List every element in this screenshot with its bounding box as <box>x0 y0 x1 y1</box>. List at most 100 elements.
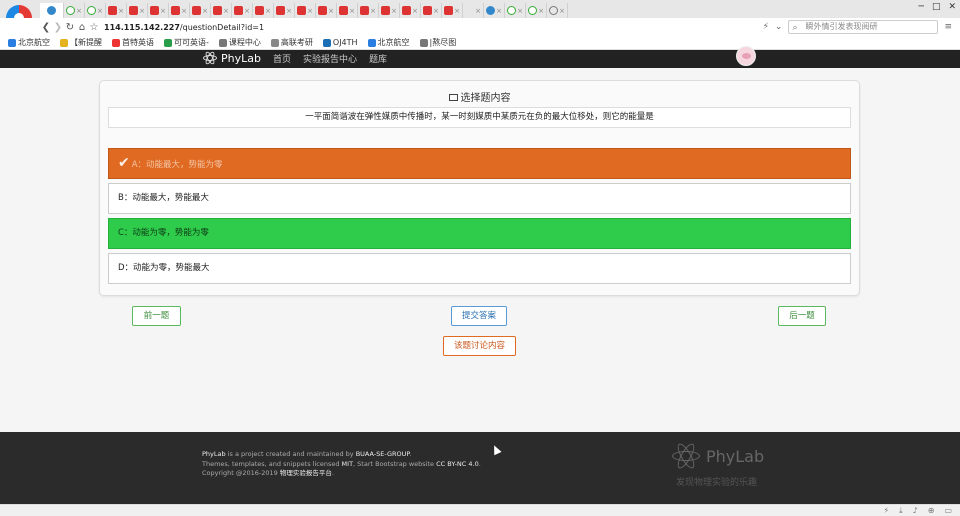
browser-tab[interactable]: × <box>85 3 106 18</box>
tab-close-icon[interactable]: × <box>517 7 523 15</box>
tab-close-icon[interactable]: × <box>370 7 376 15</box>
footer-site-link[interactable]: 物理实验报告平台 <box>280 469 332 477</box>
browser-tab[interactable]: × <box>127 3 148 18</box>
browser-tab[interactable]: × <box>358 3 379 18</box>
browser-tab[interactable]: × <box>211 3 232 18</box>
nav-link[interactable]: 首页 <box>273 52 291 65</box>
nav-link[interactable]: 题库 <box>369 52 387 65</box>
tab-close-icon[interactable]: × <box>454 7 460 15</box>
tab-close-icon[interactable]: × <box>76 7 82 15</box>
tab-close-icon[interactable]: × <box>475 7 481 15</box>
close-window-icon[interactable]: ✕ <box>948 2 956 12</box>
browser-tab[interactable]: × <box>148 3 169 18</box>
tab-close-icon[interactable]: × <box>349 7 355 15</box>
reload-icon[interactable]: ↻ <box>64 22 76 33</box>
browser-tab[interactable]: × <box>253 3 274 18</box>
tab-favicon-icon <box>381 6 391 15</box>
star-icon[interactable]: ☆ <box>88 22 100 33</box>
footer-text: PhyLab is a project created and maintain… <box>202 450 481 479</box>
search-input[interactable]: ⌕ 瞬外情引发表现阅研 <box>788 20 939 34</box>
tab-close-icon[interactable]: × <box>559 7 565 15</box>
browser-tab[interactable]: × <box>232 3 253 18</box>
footer-group-link[interactable]: BUAA-SE-GROUP <box>356 450 410 458</box>
tab-close-icon[interactable]: × <box>118 7 124 15</box>
footer-line2-start: Themes, templates, and snippets licensed <box>202 459 342 468</box>
address-bar[interactable]: 114.115.142.227/questionDetail?id=1 <box>104 23 264 32</box>
browser-tab[interactable]: × <box>526 3 547 18</box>
prev-question-button[interactable]: 前一题 <box>132 306 181 326</box>
browser-tab[interactable]: × <box>169 3 190 18</box>
tab-close-icon[interactable]: × <box>97 7 103 15</box>
tab-close-icon[interactable]: × <box>265 7 271 15</box>
discussion-button[interactable]: 该题讨论内容 <box>443 336 516 356</box>
maximize-icon[interactable]: □ <box>932 2 941 12</box>
tab-favicon-icon <box>171 6 181 15</box>
browser-tab[interactable]: × <box>484 3 505 18</box>
tab-close-icon[interactable]: × <box>307 7 313 15</box>
browser-tab[interactable]: × <box>337 3 358 18</box>
browser-tab[interactable]: × <box>421 3 442 18</box>
home-icon[interactable]: ⌂ <box>76 22 88 33</box>
browser-tab[interactable]: × <box>106 3 127 18</box>
bookmark-item[interactable]: 北京航空 <box>8 37 50 48</box>
tab-close-icon[interactable]: × <box>328 7 334 15</box>
tab-close-icon[interactable]: × <box>139 7 145 15</box>
tab-favicon-icon <box>108 6 118 15</box>
bookmark-item[interactable]: 北京航空 <box>367 37 410 48</box>
footer-cc-link[interactable]: CC BY-NC 4.0 <box>436 460 479 468</box>
tab-close-icon[interactable]: × <box>496 7 502 15</box>
option-c[interactable]: C：动能为零，势能为零 <box>108 218 851 249</box>
download-icon[interactable]: ⤓ <box>899 506 903 516</box>
submit-answer-button[interactable]: 提交答案 <box>451 306 507 326</box>
minimize-icon[interactable]: ─ <box>919 2 924 12</box>
option-b[interactable]: B：动能最大，势能最大 <box>108 183 851 214</box>
tab-favicon-icon <box>423 6 433 15</box>
bookmark-item[interactable]: 课程中心 <box>218 37 261 48</box>
sound-icon[interactable]: ♪ <box>913 506 918 516</box>
browser-tab[interactable]: × <box>547 3 568 18</box>
option-d[interactable]: D：动能为零，势能最大 <box>108 253 851 284</box>
tab-close-icon[interactable]: × <box>223 7 229 15</box>
avatar[interactable] <box>736 46 756 66</box>
bookmark-item[interactable]: 高联考研 <box>270 37 313 48</box>
browser-tab[interactable]: × <box>463 3 484 18</box>
browser-tab[interactable]: × <box>64 3 85 18</box>
tab-close-icon[interactable]: × <box>538 7 544 15</box>
footer-mit-link[interactable]: MIT <box>342 460 354 468</box>
navbar-brand[interactable]: PhyLab <box>203 50 261 66</box>
tab-close-icon[interactable]: × <box>412 7 418 15</box>
browser-tab[interactable]: × <box>190 3 211 18</box>
forward-icon[interactable]: ❯ <box>52 22 64 33</box>
tab-close-icon[interactable]: × <box>160 7 166 15</box>
tab-close-icon[interactable]: × <box>181 7 187 15</box>
browser-tab[interactable]: × <box>274 3 295 18</box>
zoom-icon[interactable]: ⊕ <box>928 506 935 516</box>
bookmark-item[interactable]: 首特英语 <box>112 37 154 48</box>
nav-link[interactable]: 实验报告中心 <box>303 52 357 65</box>
browser-tab[interactable]: × <box>400 3 421 18</box>
back-icon[interactable]: ❮ <box>40 22 52 33</box>
browser-tab[interactable]: × <box>379 3 400 18</box>
tab-close-icon[interactable]: × <box>202 7 208 15</box>
browser-tab[interactable] <box>40 3 64 18</box>
next-question-button[interactable]: 后一题 <box>778 306 826 326</box>
screen-icon[interactable]: ▭ <box>944 506 952 516</box>
tab-close-icon[interactable]: × <box>433 7 439 15</box>
browser-tab[interactable]: × <box>316 3 337 18</box>
lightning-icon[interactable]: ⚡ <box>763 22 769 32</box>
browser-tab[interactable]: × <box>295 3 316 18</box>
bookmark-item[interactable]: 可可英语- <box>164 37 209 48</box>
option-a[interactable]: ✔ A：动能最大，势能为零 <box>108 148 851 179</box>
tab-favicon-icon <box>150 6 160 15</box>
bookmark-item[interactable]: |熬尽图 <box>419 37 456 48</box>
tab-close-icon[interactable]: × <box>244 7 250 15</box>
tab-close-icon[interactable]: × <box>391 7 397 15</box>
menu-icon[interactable]: ≡ <box>944 22 952 32</box>
tab-close-icon[interactable]: × <box>286 7 292 15</box>
bookmark-item[interactable]: 【新提醒 <box>60 37 102 48</box>
bolt-icon[interactable]: ⚡ <box>883 506 889 516</box>
browser-tab[interactable]: × <box>442 3 463 18</box>
bookmark-item[interactable]: OJ4TH <box>322 38 358 47</box>
browser-tab[interactable]: × <box>505 3 526 18</box>
chevron-down-icon[interactable]: ⌄ <box>775 22 783 32</box>
